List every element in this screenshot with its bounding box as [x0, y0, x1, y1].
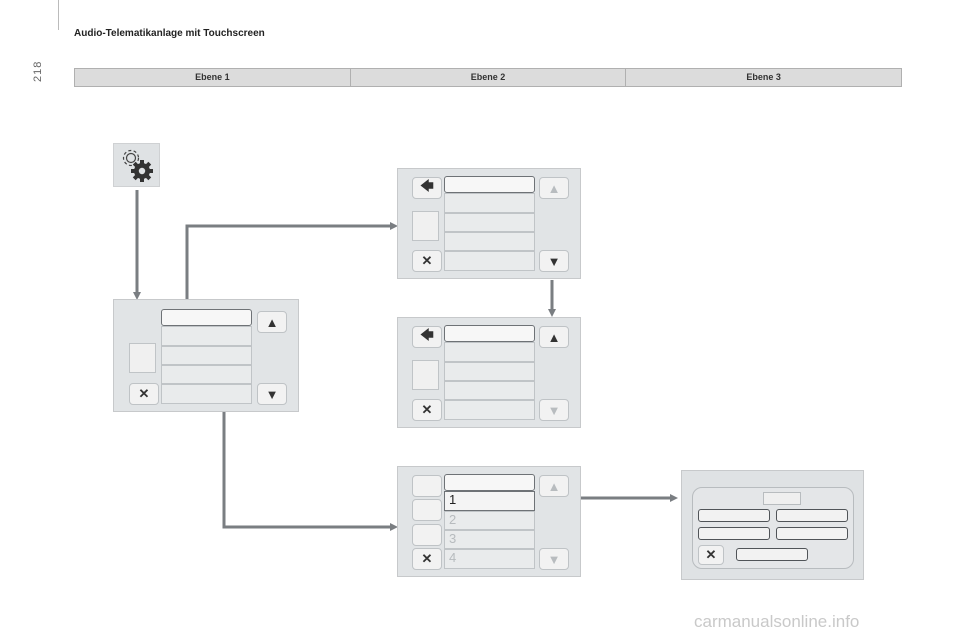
triangle-down-icon: ▼: [547, 402, 561, 418]
close-button[interactable]: ✕: [698, 545, 724, 565]
preview-square: [129, 343, 156, 373]
triangle-down-icon: ▼: [265, 386, 279, 402]
list-item[interactable]: [444, 232, 535, 251]
option-button[interactable]: [776, 509, 848, 522]
menu-list: [161, 309, 252, 405]
list-item[interactable]: [161, 309, 252, 326]
settings-tile[interactable]: [113, 143, 160, 187]
level2-panel-numbered-list: 1 2 3 4 ▲ ▼ ✕: [397, 466, 581, 577]
close-x-icon: ✕: [421, 253, 433, 268]
arrow-menu-to-list: [222, 395, 398, 531]
list-item[interactable]: 4: [444, 549, 535, 569]
triangle-up-icon: ▲: [547, 180, 561, 196]
confirm-button[interactable]: [736, 548, 808, 561]
preview-square: [412, 360, 439, 390]
list-item[interactable]: [444, 474, 535, 491]
side-button[interactable]: [412, 524, 442, 546]
scroll-down-button[interactable]: ▼: [539, 399, 569, 421]
scroll-up-button[interactable]: ▲: [539, 475, 569, 497]
triangle-up-icon: ▲: [547, 329, 561, 345]
triangle-down-icon: ▼: [547, 551, 561, 567]
list-item-number: 4: [449, 550, 457, 565]
list-item[interactable]: 1: [444, 491, 535, 511]
watermark: carmanualsonline.info: [694, 612, 860, 631]
menu-list: [444, 176, 535, 273]
list-item-number: 2: [449, 512, 457, 527]
close-button[interactable]: ✕: [412, 250, 442, 272]
list-item-number: 3: [449, 531, 457, 546]
list-item[interactable]: [444, 213, 535, 232]
list-item[interactable]: [444, 176, 535, 193]
list-item[interactable]: [444, 381, 535, 400]
list-item[interactable]: [444, 342, 535, 362]
gears-icon: [122, 149, 153, 182]
close-button[interactable]: ✕: [412, 548, 442, 570]
triangle-up-icon: ▲: [265, 314, 279, 330]
side-button[interactable]: [412, 475, 442, 497]
dialog-box: ✕: [692, 487, 854, 569]
preview-square: [412, 211, 439, 241]
numbered-list: 1 2 3 4: [444, 474, 535, 571]
back-button[interactable]: 🡄: [412, 326, 442, 348]
close-x-icon: ✕: [421, 402, 433, 417]
list-item[interactable]: [444, 251, 535, 271]
scroll-up-button[interactable]: ▲: [539, 177, 569, 199]
list-item[interactable]: [161, 326, 252, 346]
close-x-icon: ✕: [138, 386, 150, 401]
back-button[interactable]: 🡄: [412, 177, 442, 199]
back-arrow-icon: 🡄: [420, 327, 434, 342]
level3-dialog-panel: ✕: [681, 470, 864, 580]
close-button[interactable]: ✕: [412, 399, 442, 421]
dialog-header-box: [763, 492, 801, 505]
back-arrow-icon: 🡄: [420, 178, 434, 193]
side-button[interactable]: [412, 499, 442, 521]
list-item[interactable]: 3: [444, 530, 535, 549]
close-x-icon: ✕: [421, 551, 433, 566]
scroll-up-button[interactable]: ▲: [539, 326, 569, 348]
level1-menu-panel: ▲ ▼ ✕: [113, 299, 299, 412]
list-item-number: 1: [449, 492, 457, 507]
triangle-down-icon: ▼: [547, 253, 561, 269]
list-item[interactable]: [444, 400, 535, 420]
option-button[interactable]: [698, 509, 770, 522]
option-button[interactable]: [698, 527, 770, 540]
list-item[interactable]: [161, 346, 252, 365]
close-x-icon: ✕: [705, 547, 717, 562]
list-item[interactable]: [444, 362, 535, 381]
list-item[interactable]: 2: [444, 511, 535, 530]
close-button[interactable]: ✕: [129, 383, 159, 405]
list-item[interactable]: [444, 325, 535, 342]
list-item[interactable]: [444, 193, 535, 213]
list-item[interactable]: [161, 384, 252, 404]
scroll-down-button[interactable]: ▼: [257, 383, 287, 405]
triangle-up-icon: ▲: [547, 478, 561, 494]
menu-list: [444, 325, 535, 422]
scroll-down-button[interactable]: ▼: [539, 548, 569, 570]
option-button[interactable]: [776, 527, 848, 540]
scroll-up-button[interactable]: ▲: [257, 311, 287, 333]
level2-panel-middle: 🡄 ▲ ▼ ✕: [397, 317, 581, 428]
list-item[interactable]: [161, 365, 252, 384]
level2-panel-top: 🡄 ▲ ▼ ✕: [397, 168, 581, 279]
scroll-down-button[interactable]: ▼: [539, 250, 569, 272]
